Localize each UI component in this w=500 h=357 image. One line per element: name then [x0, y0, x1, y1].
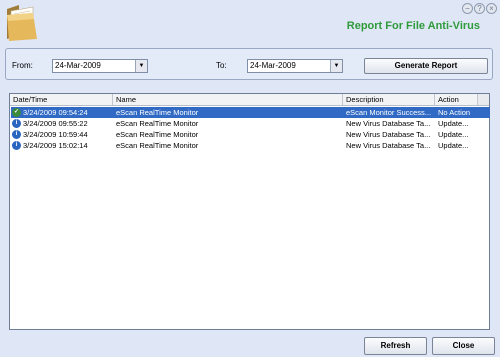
to-date-value: 24-Mar-2009 [250, 61, 296, 70]
minimize-icon[interactable]: − [462, 3, 473, 14]
cell-name: eScan RealTime Monitor [116, 141, 199, 150]
to-date-select[interactable]: 24-Mar-2009 ▼ [247, 59, 343, 73]
cell-description: New Virus Database Ta... [346, 141, 431, 150]
chevron-down-icon[interactable]: ▼ [135, 60, 147, 72]
table-row[interactable]: i 3/24/2009 09:55:22 eScan RealTime Moni… [11, 118, 490, 129]
cell-datetime: 3/24/2009 09:55:22 [23, 119, 88, 128]
cell-datetime: 3/24/2009 09:54:24 [23, 108, 88, 117]
info-icon: i [12, 119, 21, 128]
help-icon[interactable]: ? [474, 3, 485, 14]
cell-description: New Virus Database Ta... [346, 130, 431, 139]
from-date-select[interactable]: 24-Mar-2009 ▼ [52, 59, 148, 73]
table-row[interactable]: i 3/24/2009 15:02:14 eScan RealTime Moni… [11, 140, 490, 151]
refresh-button[interactable]: Refresh [364, 337, 427, 355]
close-icon[interactable]: × [486, 3, 497, 14]
scrollbar-corner [477, 94, 489, 105]
column-header-description[interactable]: Description [343, 94, 435, 105]
table-header: Date/Time Name Description Action [10, 94, 489, 106]
from-date-value: 24-Mar-2009 [55, 61, 101, 70]
table-row[interactable]: ✓ 3/24/2009 09:54:24 eScan RealTime Moni… [11, 107, 490, 118]
cell-action: Update... [438, 130, 469, 139]
info-icon: i [12, 141, 21, 150]
column-header-datetime[interactable]: Date/Time [10, 94, 113, 105]
info-icon: i [12, 130, 21, 139]
cell-datetime: 3/24/2009 15:02:14 [23, 141, 88, 150]
close-button[interactable]: Close [432, 337, 495, 355]
chevron-down-icon[interactable]: ▼ [330, 60, 342, 72]
check-icon: ✓ [12, 108, 21, 117]
table-row[interactable]: i 3/24/2009 10:59:44 eScan RealTime Moni… [11, 129, 490, 140]
cell-datetime: 3/24/2009 10:59:44 [23, 130, 88, 139]
to-label: To: [216, 61, 227, 70]
cell-action: No Action [438, 108, 471, 117]
report-table[interactable]: Date/Time Name Description Action ✓ 3/24… [9, 93, 490, 330]
from-label: From: [12, 61, 33, 70]
cell-description: New Virus Database Ta... [346, 119, 431, 128]
filter-panel: From: 24-Mar-2009 ▼ To: 24-Mar-2009 ▼ Ge… [5, 48, 493, 80]
header: − ? × Report For File Anti-Virus [0, 0, 500, 44]
folder-icon [7, 5, 37, 41]
cell-name: eScan RealTime Monitor [116, 130, 199, 139]
generate-report-button[interactable]: Generate Report [364, 58, 488, 74]
page-title: Report For File Anti-Virus [346, 20, 480, 32]
column-header-name[interactable]: Name [113, 94, 343, 105]
column-header-action[interactable]: Action [435, 94, 479, 105]
cell-name: eScan RealTime Monitor [116, 119, 199, 128]
cell-name: eScan RealTime Monitor [116, 108, 199, 117]
cell-description: eScan Monitor Success... [346, 108, 432, 117]
cell-action: Update... [438, 141, 469, 150]
cell-action: Update... [438, 119, 469, 128]
